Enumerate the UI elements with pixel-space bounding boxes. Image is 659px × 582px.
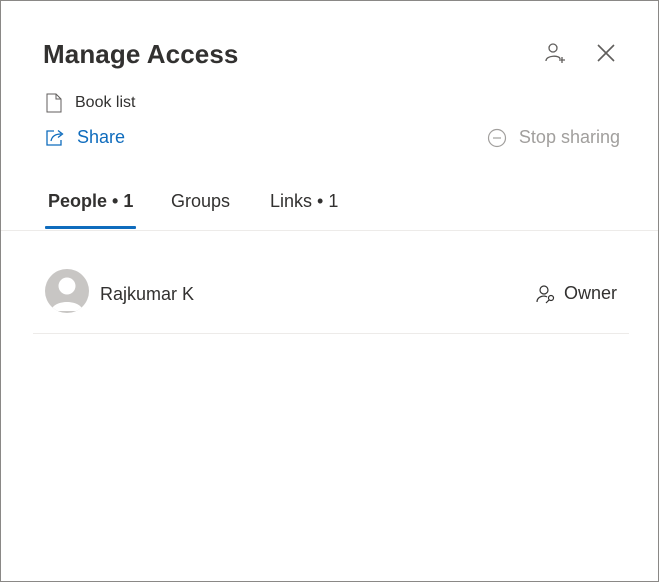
add-person-icon bbox=[545, 43, 565, 63]
person-placeholder-icon bbox=[51, 277, 83, 311]
tab-people[interactable]: People • 1 bbox=[45, 191, 137, 229]
add-person-button[interactable] bbox=[541, 39, 569, 67]
access-tabs: People • 1 Groups Links • 1 bbox=[1, 175, 658, 231]
person-row: Rajkumar K Owner bbox=[33, 259, 629, 334]
tab-links[interactable]: Links • 1 bbox=[270, 191, 338, 229]
file-name: Book list bbox=[75, 94, 136, 111]
document-icon bbox=[46, 93, 62, 113]
stop-circle-icon bbox=[487, 128, 507, 147]
stop-sharing-button[interactable]: Stop sharing bbox=[487, 127, 620, 148]
people-key-icon bbox=[536, 284, 555, 303]
share-label: Share bbox=[77, 127, 126, 147]
manage-access-dialog: Manage Access Book list Share Stop shari… bbox=[0, 0, 659, 582]
file-info: Book list bbox=[46, 93, 135, 113]
person-name: Rajkumar K bbox=[100, 284, 195, 304]
share-button[interactable]: Share bbox=[45, 127, 125, 148]
dialog-title: Manage Access bbox=[43, 39, 239, 69]
close-button[interactable] bbox=[592, 39, 620, 67]
role-label: Owner bbox=[563, 283, 617, 303]
avatar bbox=[45, 269, 89, 313]
role-dropdown[interactable]: Owner bbox=[536, 283, 617, 304]
close-icon bbox=[597, 44, 615, 62]
tab-groups[interactable]: Groups bbox=[171, 191, 230, 229]
stop-sharing-label: Stop sharing bbox=[518, 127, 620, 147]
share-icon bbox=[46, 129, 64, 146]
